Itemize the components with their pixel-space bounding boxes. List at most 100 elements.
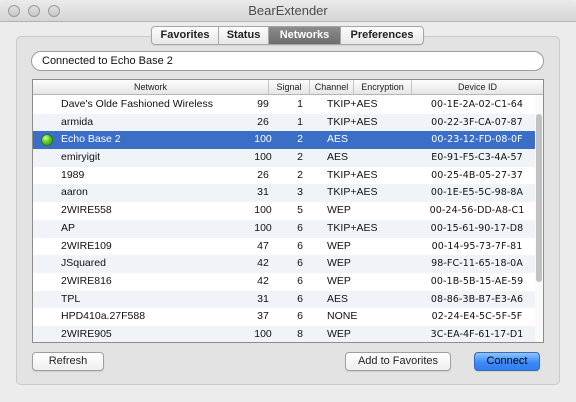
network-name-cell: 1989 <box>61 168 85 181</box>
channel-cell: 6 <box>297 310 303 323</box>
tab-favorites[interactable]: Favorites <box>152 27 219 44</box>
networks-table: Network Signal Channel Encryption Device… <box>32 79 544 343</box>
table-row[interactable]: Echo Base 2 100 2 AES 00-23-12-FD-08-0F <box>33 131 535 150</box>
device-id-cell: 00-15-61-90-17-D8 <box>430 222 524 234</box>
device-id-cell: 02-24-E4-5C-5F-5F <box>431 311 523 323</box>
window-title: BearExtender <box>248 3 328 18</box>
encryption-cell: AES <box>327 133 349 146</box>
table-row[interactable]: 2WIRE558 100 5 WEP 00-24-56-DD-A8-C1 <box>33 202 535 220</box>
signal-cell: 47 <box>257 239 269 252</box>
connection-status-field: Connected to Echo Base 2 <box>31 51 544 71</box>
channel-cell: 2 <box>297 133 303 146</box>
channel-cell: 2 <box>297 168 303 181</box>
column-header-network[interactable]: Network <box>33 80 269 95</box>
encryption-cell: WEP <box>327 239 351 252</box>
encryption-cell: WEP <box>327 204 351 217</box>
channel-cell: 8 <box>297 327 303 340</box>
device-id-cell: 00-1E-2A-02-C1-64 <box>430 99 524 110</box>
device-id-cell: 00-23-12-FD-08-0F <box>431 134 523 146</box>
encryption-cell: TKIP+AES <box>327 186 378 199</box>
device-id-cell: E0-91-F5-C3-4A-57 <box>431 152 523 164</box>
table-row[interactable]: 2WIRE109 47 6 WEP 00-14-95-73-7F-81 <box>33 238 535 256</box>
encryption-cell: AES <box>327 151 349 164</box>
signal-cell: 100 <box>254 133 272 146</box>
device-id-cell: 00-25-4B-05-27-37 <box>431 169 523 181</box>
column-header-signal[interactable]: Signal <box>269 80 310 95</box>
title-bar: BearExtender <box>0 0 576 22</box>
vertical-scrollbar[interactable] <box>535 96 543 342</box>
channel-cell: 1 <box>297 98 303 110</box>
network-name-cell: 2WIRE816 <box>61 274 112 287</box>
channel-cell: 6 <box>297 274 303 287</box>
tab-networks[interactable]: Networks <box>269 27 341 44</box>
table-row[interactable]: armida 26 1 TKIP+AES 00-22-3F-CA-07-87 <box>33 113 535 132</box>
network-name-cell: armida <box>61 115 94 128</box>
network-name-cell: Echo Base 2 <box>61 133 121 146</box>
table-body: Dave's Olde Fashioned Wireless 99 1 TKIP+AE… <box>33 96 543 342</box>
app-window: BearExtender Favorites Status Networks P… <box>0 0 576 402</box>
connected-indicator-icon <box>41 134 53 147</box>
encryption-cell: NONE <box>327 310 358 323</box>
table-row[interactable]: AP 100 6 TKIP+AES 00-15-61-90-17-D8 <box>33 219 535 238</box>
column-header-device-id[interactable]: Device ID <box>412 80 543 95</box>
signal-cell: 31 <box>257 292 269 305</box>
encryption-cell: TKIP+AES <box>327 168 378 181</box>
channel-cell: 6 <box>297 257 303 270</box>
device-id-cell: 00-24-56-DD-A8-C1 <box>429 205 525 217</box>
add-to-favorites-button[interactable]: Add to Favorites <box>345 352 451 371</box>
network-name-cell: 2WIRE905 <box>61 327 112 340</box>
signal-cell: 37 <box>257 310 269 323</box>
channel-cell: 6 <box>297 239 303 252</box>
encryption-cell: TKIP+AES <box>327 221 378 234</box>
encryption-cell: TKIP+AES <box>327 115 378 128</box>
device-id-cell: 98-FC-11-65-18-0A <box>431 258 523 270</box>
channel-cell: 3 <box>297 186 303 199</box>
signal-cell: 42 <box>257 274 269 287</box>
table-row[interactable]: HPD410a.27F588 37 6 NONE 02-24-E4-5C-5F-5F <box>33 308 535 326</box>
device-id-cell: 08-86-3B-B7-E3-A6 <box>430 293 524 305</box>
channel-cell: 2 <box>297 151 303 164</box>
table-row[interactable]: TPL 31 6 AES 08-86-3B-B7-E3-A6 <box>33 290 535 309</box>
scrollbar-thumb[interactable] <box>536 114 542 282</box>
column-header-encryption[interactable]: Encryption <box>354 80 412 95</box>
table-row[interactable]: 2WIRE905 100 8 WEP 3C-EA-4F-61-17-D1 <box>33 325 535 342</box>
device-id-cell: 00-14-95-73-7F-81 <box>431 240 523 252</box>
network-name-cell: JSquared <box>61 257 106 270</box>
network-name-cell: Dave's Olde Fashioned Wireless <box>61 98 213 110</box>
table-row[interactable]: 1989 26 2 TKIP+AES 00-25-4B-05-27-37 <box>33 167 535 185</box>
device-id-cell: 00-1B-5B-15-AE-59 <box>430 275 524 287</box>
table-row[interactable]: Dave's Olde Fashioned Wireless 99 1 TKIP+AE… <box>33 96 535 114</box>
signal-cell: 31 <box>257 186 269 199</box>
channel-cell: 1 <box>297 115 303 128</box>
device-id-cell: 00-22-3F-CA-07-87 <box>431 116 523 128</box>
signal-cell: 26 <box>257 115 269 128</box>
table-row[interactable]: 2WIRE816 42 6 WEP 00-1B-5B-15-AE-59 <box>33 273 535 291</box>
table-row[interactable]: JSquared 42 6 WEP 98-FC-11-65-18-0A <box>33 255 535 273</box>
table-row[interactable]: emiryigit 100 2 AES E0-91-F5-C3-4A-57 <box>33 149 535 167</box>
tab-preferences[interactable]: Preferences <box>341 27 423 44</box>
network-name-cell: emiryigit <box>61 151 101 164</box>
encryption-cell: WEP <box>327 327 351 340</box>
refresh-button[interactable]: Refresh <box>32 352 104 371</box>
connect-button[interactable]: Connect <box>474 352 540 371</box>
device-id-cell: 3C-EA-4F-61-17-D1 <box>430 328 524 340</box>
channel-cell: 5 <box>297 204 303 217</box>
channel-cell: 6 <box>297 221 303 234</box>
network-name-cell: 2WIRE558 <box>61 204 112 217</box>
encryption-cell: TKIP+AES <box>327 98 378 110</box>
table-row[interactable]: aaron 31 3 TKIP+AES 00-1E-E5-5C-98-8A <box>33 184 535 203</box>
tab-status[interactable]: Status <box>219 27 269 44</box>
network-name-cell: HPD410a.27F588 <box>61 310 146 323</box>
signal-cell: 100 <box>254 327 272 340</box>
signal-cell: 99 <box>257 98 269 110</box>
network-name-cell: TPL <box>61 292 81 305</box>
signal-cell: 42 <box>257 257 269 270</box>
network-name-cell: aaron <box>61 186 88 199</box>
network-name-cell: AP <box>61 221 76 234</box>
signal-cell: 100 <box>254 151 272 164</box>
signal-cell: 100 <box>254 221 272 234</box>
tab-bar: Favorites Status Networks Preferences <box>151 26 424 45</box>
network-name-cell: 2WIRE109 <box>61 239 112 252</box>
encryption-cell: WEP <box>327 257 351 270</box>
column-header-channel[interactable]: Channel <box>310 80 354 95</box>
